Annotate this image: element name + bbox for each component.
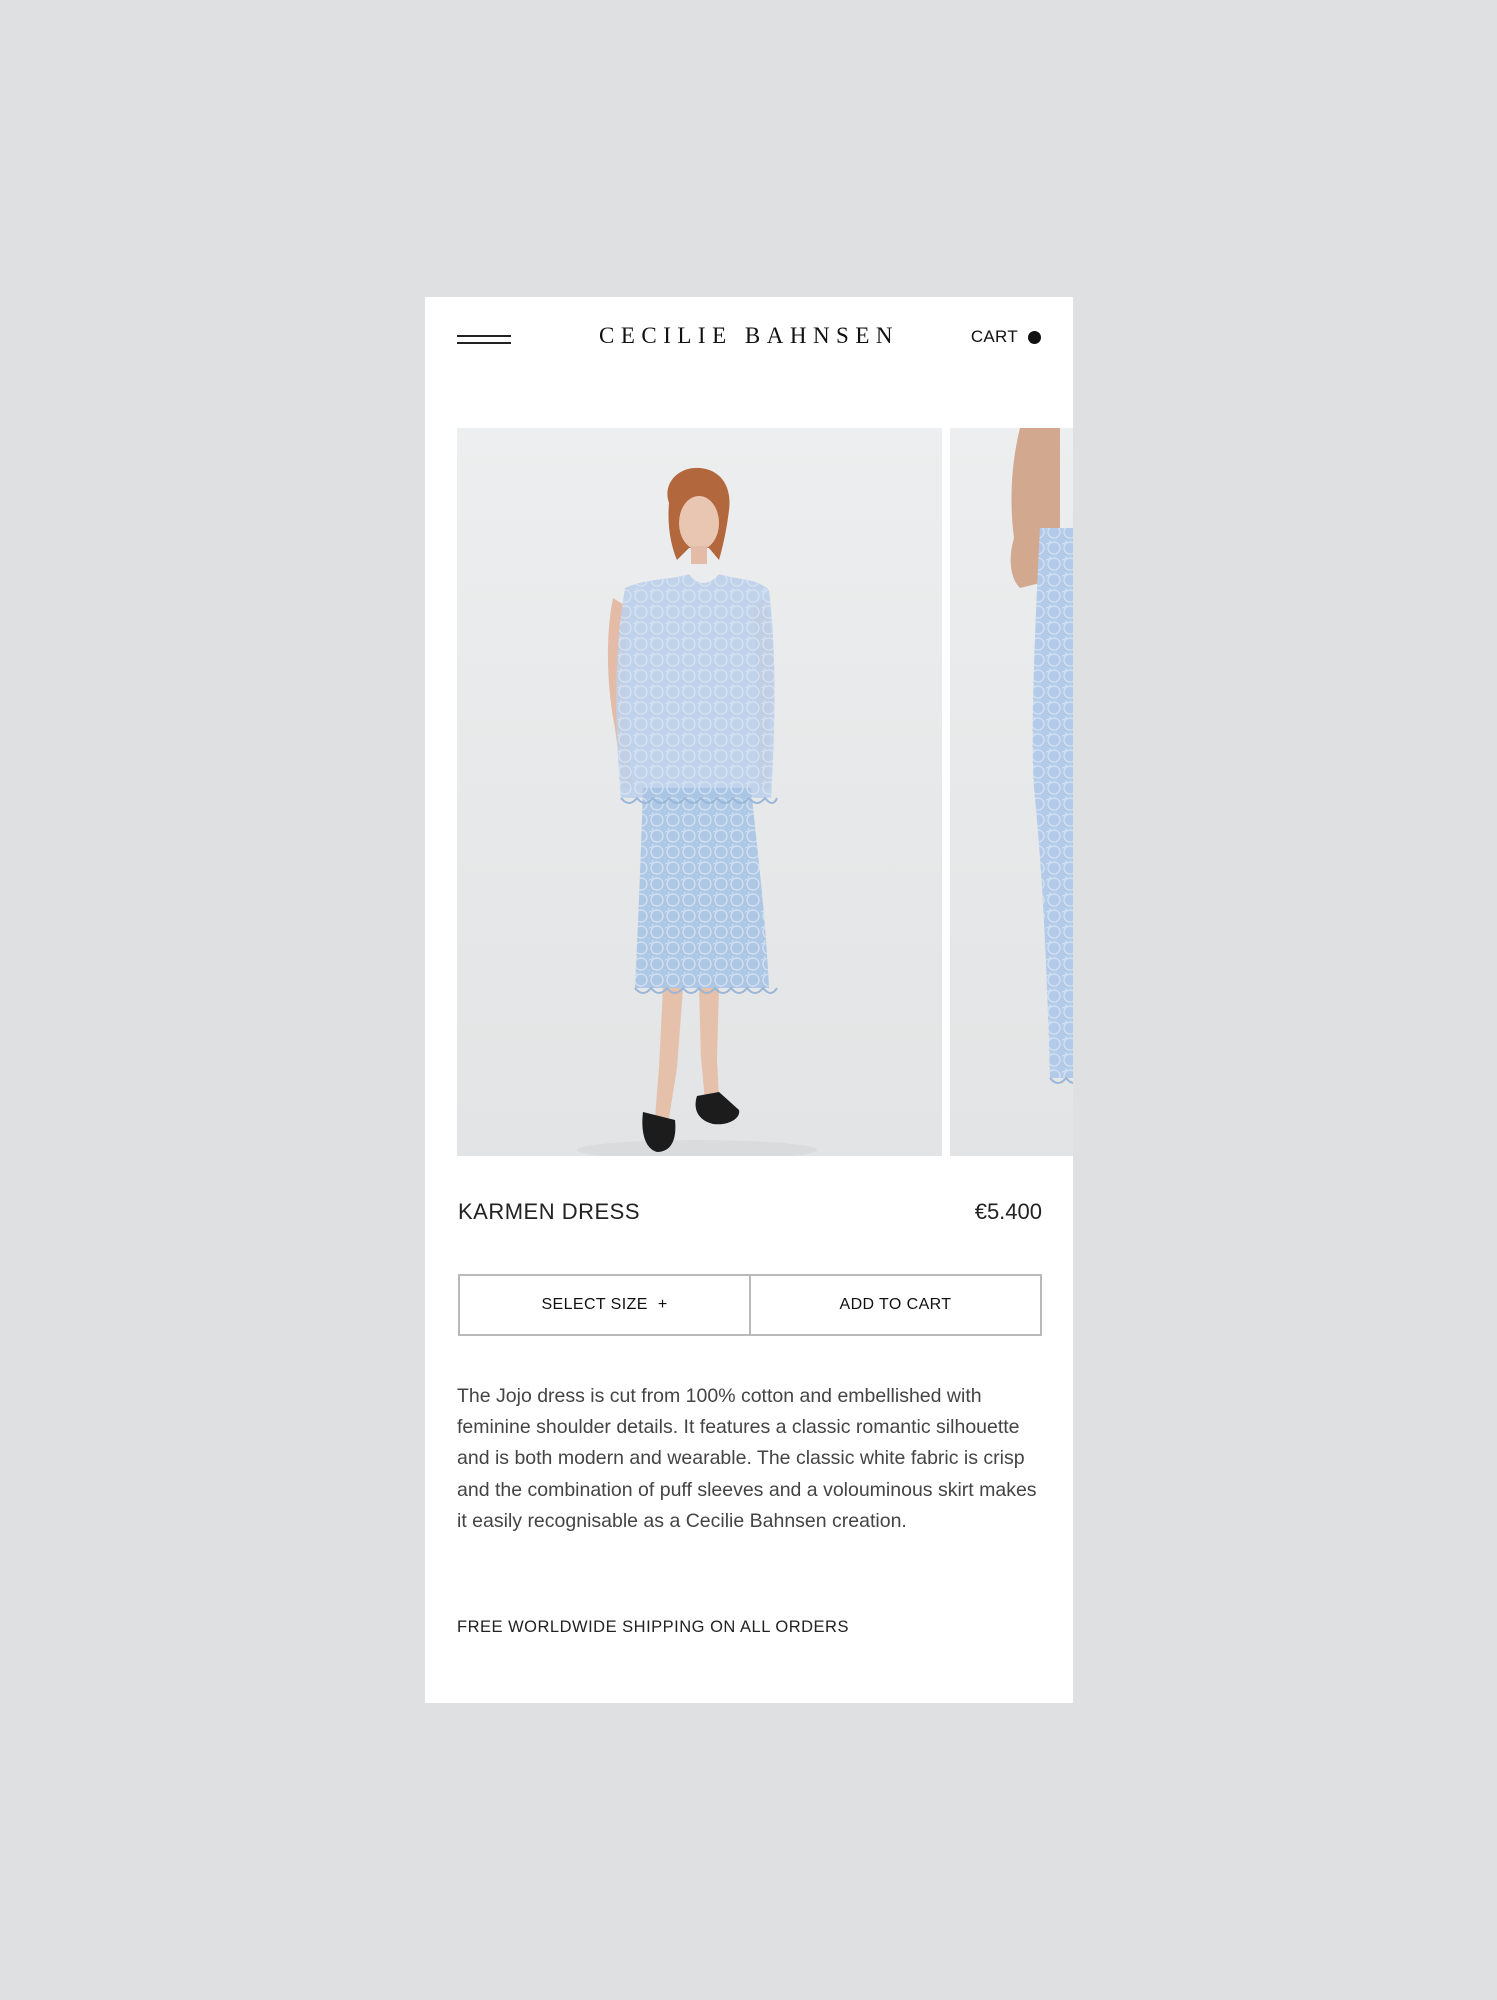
model-front-illustration: [577, 467, 817, 1156]
model-side-illustration: [1010, 428, 1073, 1084]
product-description: The Jojo dress is cut from 100% cotton a…: [457, 1385, 1037, 1532]
product-name: KARMEN DRESS: [458, 1199, 641, 1224]
product-gallery[interactable]: [457, 428, 1073, 1156]
add-to-cart-button[interactable]: ADD TO CART: [749, 1276, 1040, 1334]
select-size-button[interactable]: SELECT SIZE +: [460, 1276, 749, 1334]
product-image-side[interactable]: [950, 428, 1073, 1156]
mobile-page: CECILIE BAHNSEN CART KARMEN DRESS €5.400…: [425, 297, 1073, 1703]
plus-icon: +: [657, 1296, 668, 1313]
product-actions: SELECT SIZE + ADD TO CART: [458, 1274, 1042, 1336]
select-size-label: SELECT SIZE: [541, 1296, 648, 1313]
product-price: €5.400: [974, 1199, 1042, 1224]
cart-label: CART: [970, 327, 1018, 346]
product-image-front[interactable]: [457, 428, 942, 1156]
cart-button[interactable]: CART: [971, 327, 1041, 347]
cart-dot-icon: [1028, 330, 1041, 344]
shipping-note: FREE WORLDWIDE SHIPPING ON ALL ORDERS: [457, 1618, 849, 1636]
